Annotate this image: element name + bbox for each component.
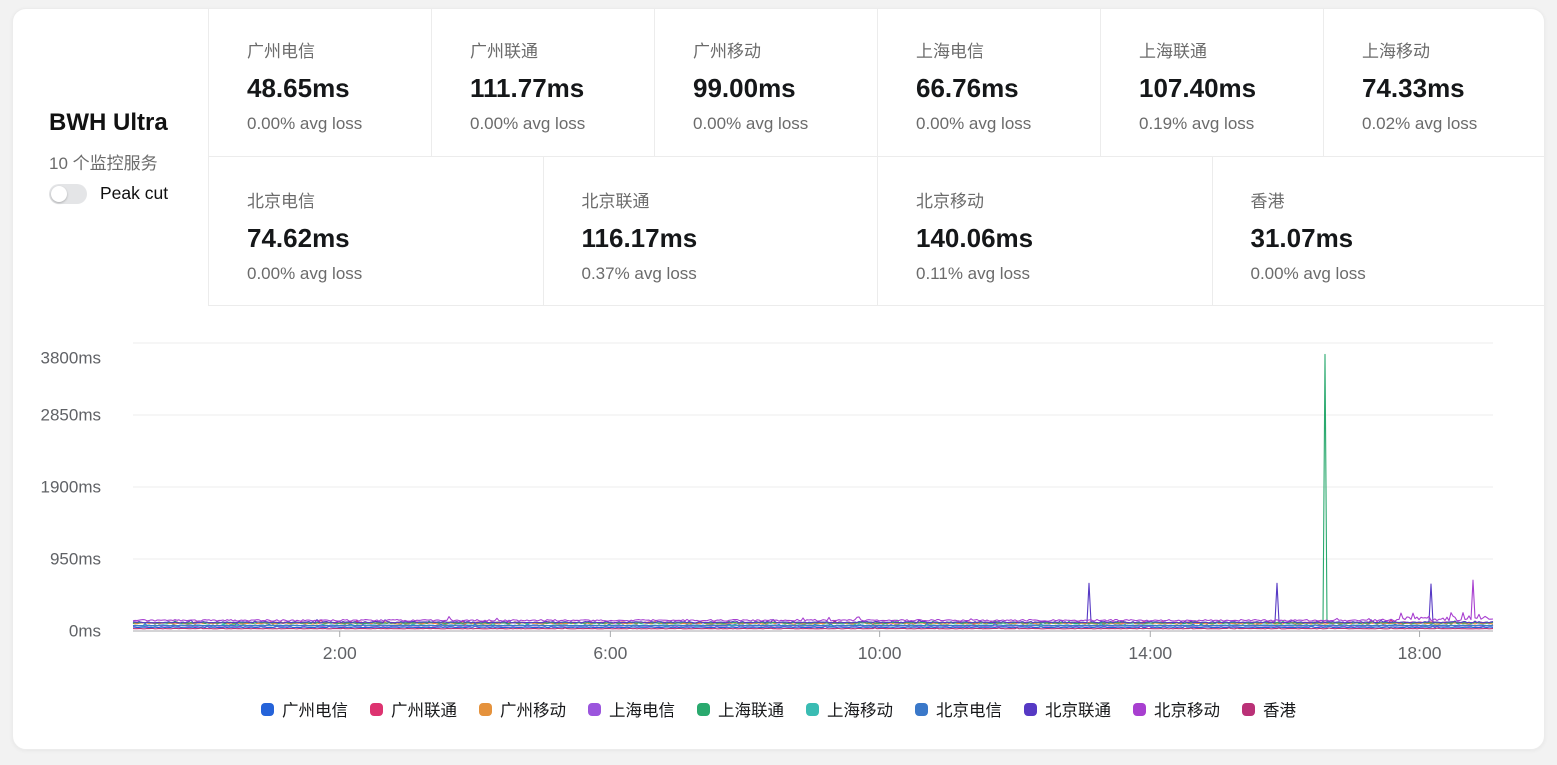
peak-cut-row: Peak cut [49, 183, 168, 204]
stat-loss-value: 0.02% avg loss [1362, 114, 1536, 134]
legend-label: 香港 [1263, 697, 1296, 721]
y-axis-label: 3800ms [41, 349, 101, 368]
x-axis-label: 10:00 [858, 643, 902, 663]
legend-swatch-icon [1024, 703, 1037, 716]
stat-cell: 广州电信 48.65ms 0.00% avg loss [208, 9, 431, 156]
stat-latency-value: 99.00ms [693, 73, 867, 104]
series-line [133, 580, 1493, 621]
stat-cell: 上海移动 74.33ms 0.02% avg loss [1323, 9, 1545, 156]
stat-loss-value: 0.00% avg loss [470, 114, 644, 134]
legend-item[interactable]: 上海移动 [806, 697, 893, 721]
legend-swatch-icon [370, 703, 383, 716]
legend-item[interactable]: 北京电信 [915, 697, 1002, 721]
stat-node-name: 香港 [1251, 187, 1537, 212]
legend-item[interactable]: 广州联通 [370, 697, 457, 721]
legend-item[interactable]: 广州电信 [261, 697, 348, 721]
legend-label: 广州电信 [282, 697, 348, 721]
legend-label: 北京电信 [936, 697, 1002, 721]
legend-item[interactable]: 上海联通 [697, 697, 784, 721]
legend-item[interactable]: 北京移动 [1133, 697, 1220, 721]
stat-latency-value: 107.40ms [1139, 73, 1313, 104]
stat-loss-value: 0.00% avg loss [693, 114, 867, 134]
stat-node-name: 上海联通 [1139, 37, 1313, 62]
x-axis-label: 18:00 [1398, 643, 1442, 663]
stat-latency-value: 116.17ms [582, 223, 868, 254]
stat-cell: 广州移动 99.00ms 0.00% avg loss [654, 9, 877, 156]
stat-cell: 北京电信 74.62ms 0.00% avg loss [208, 157, 543, 306]
legend-label: 上海移动 [827, 697, 893, 721]
legend-label: 上海联通 [718, 697, 784, 721]
toggle-knob-icon [51, 186, 67, 202]
stats-row-2: 北京电信 74.62ms 0.00% avg loss 北京联通 116.17m… [208, 156, 1545, 306]
legend-swatch-icon [1242, 703, 1255, 716]
stat-node-name: 北京联通 [582, 187, 868, 212]
stat-latency-value: 111.77ms [470, 73, 644, 104]
series-line [133, 354, 1493, 623]
latency-chart: 0ms 950ms 1900ms 2850ms 3800ms 2:00 6:00 10:00 1… [13, 306, 1545, 681]
legend-item[interactable]: 上海电信 [588, 697, 675, 721]
legend-item[interactable]: 广州移动 [479, 697, 566, 721]
monitor-card: BWH Ultra 10 个监控服务 Peak cut 广州电信 48.65ms… [12, 8, 1545, 750]
stat-latency-value: 31.07ms [1251, 223, 1537, 254]
stats-row-1: 广州电信 48.65ms 0.00% avg loss 广州联通 111.77m… [208, 9, 1545, 156]
legend-swatch-icon [479, 703, 492, 716]
legend-item[interactable]: 北京联通 [1024, 697, 1111, 721]
y-axis-label: 2850ms [41, 406, 101, 425]
legend-label: 上海电信 [609, 697, 675, 721]
legend-swatch-icon [261, 703, 274, 716]
stat-loss-value: 0.00% avg loss [247, 264, 533, 284]
legend-label: 北京联通 [1045, 697, 1111, 721]
stat-latency-value: 74.33ms [1362, 73, 1536, 104]
stat-latency-value: 48.65ms [247, 73, 421, 104]
monitor-count: 10 个监控服务 [49, 149, 158, 174]
series-line [133, 628, 1493, 629]
legend-swatch-icon [1133, 703, 1146, 716]
stat-loss-value: 0.00% avg loss [916, 114, 1090, 134]
stat-latency-value: 66.76ms [916, 73, 1090, 104]
stat-node-name: 北京移动 [916, 187, 1202, 212]
y-axis-label: 0ms [69, 622, 101, 641]
y-axis-label: 950ms [50, 550, 101, 569]
x-axis-label: 14:00 [1128, 643, 1172, 663]
legend-swatch-icon [697, 703, 710, 716]
stat-node-name: 北京电信 [247, 187, 533, 212]
chart-legend: 广州电信 广州联通 广州移动 上海电信 上海联通 上海移动 北京电信 北京联通 … [13, 697, 1544, 721]
y-axis-label: 1900ms [41, 478, 101, 497]
stat-latency-value: 74.62ms [247, 223, 533, 254]
stat-node-name: 上海电信 [916, 37, 1090, 62]
legend-swatch-icon [806, 703, 819, 716]
stat-cell: 上海电信 66.76ms 0.00% avg loss [877, 9, 1100, 156]
stat-loss-value: 0.00% avg loss [247, 114, 421, 134]
stat-cell: 北京移动 140.06ms 0.11% avg loss [877, 157, 1212, 306]
legend-label: 广州联通 [391, 697, 457, 721]
stat-loss-value: 0.37% avg loss [582, 264, 868, 284]
x-axis-label: 2:00 [323, 643, 357, 663]
legend-label: 北京移动 [1154, 697, 1220, 721]
server-title: BWH Ultra [49, 109, 168, 137]
legend-swatch-icon [915, 703, 928, 716]
legend-swatch-icon [588, 703, 601, 716]
stat-cell: 北京联通 116.17ms 0.37% avg loss [543, 157, 878, 306]
peak-cut-toggle[interactable] [49, 184, 87, 204]
stats-section: 广州电信 48.65ms 0.00% avg loss 广州联通 111.77m… [208, 9, 1545, 306]
x-axis-label: 6:00 [593, 643, 627, 663]
stat-node-name: 上海移动 [1362, 37, 1536, 62]
stat-loss-value: 0.19% avg loss [1139, 114, 1313, 134]
info-panel: BWH Ultra 10 个监控服务 Peak cut [13, 9, 208, 306]
stat-node-name: 广州电信 [247, 37, 421, 62]
legend-item[interactable]: 香港 [1242, 697, 1296, 721]
legend-label: 广州移动 [500, 697, 566, 721]
peak-cut-label: Peak cut [100, 183, 168, 204]
stat-cell: 上海联通 107.40ms 0.19% avg loss [1100, 9, 1323, 156]
stat-latency-value: 140.06ms [916, 223, 1202, 254]
stat-loss-value: 0.11% avg loss [916, 264, 1202, 284]
stat-loss-value: 0.00% avg loss [1251, 264, 1537, 284]
stat-node-name: 广州移动 [693, 37, 867, 62]
stat-node-name: 广州联通 [470, 37, 644, 62]
series-line [133, 583, 1493, 623]
stat-cell: 香港 31.07ms 0.00% avg loss [1212, 157, 1546, 306]
stat-cell: 广州联通 111.77ms 0.00% avg loss [431, 9, 654, 156]
